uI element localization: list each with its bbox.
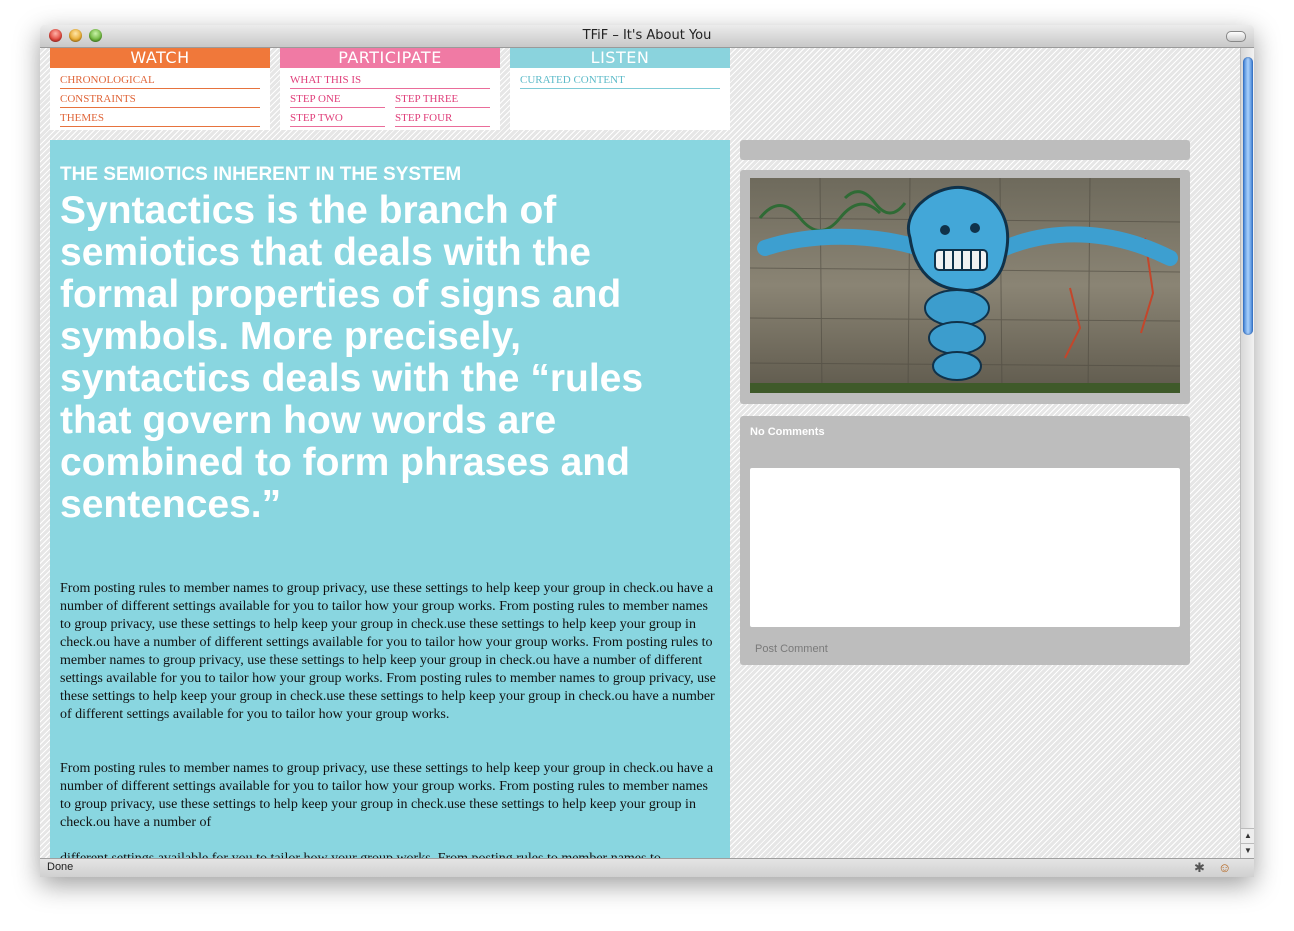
article-panel: THE SEMIOTICS INHERENT IN THE SYSTEM Syn… <box>50 140 730 858</box>
vertical-scrollbar[interactable]: ▲ ▼ <box>1240 48 1254 858</box>
status-bar: Done ✱ ☺ <box>40 858 1254 877</box>
nav-link-constraints[interactable]: CONSTRAINTS <box>60 91 260 108</box>
nav-link-step-one[interactable]: STEP ONE <box>290 91 385 108</box>
comment-input[interactable] <box>750 468 1180 627</box>
window-title: TFiF – It's About You <box>582 28 712 43</box>
scroll-up-arrow-icon[interactable]: ▲ <box>1241 828 1254 843</box>
scrollbar-thumb[interactable] <box>1243 57 1253 335</box>
nav-link-step-four[interactable]: STEP FOUR <box>395 110 490 127</box>
post-comment-button[interactable]: Post Comment <box>755 643 828 655</box>
article-kicker: THE SEMIOTICS INHERENT IN THE SYSTEM <box>60 164 462 185</box>
article-paragraph-1: From posting rules to member names to gr… <box>60 581 716 722</box>
article-paragraph-2: From posting rules to member names to gr… <box>60 761 714 830</box>
monkey-icon[interactable]: ☺ <box>1218 860 1231 876</box>
page-viewport: WATCH CHRONOLOGICAL CONSTRAINTS THEMES P… <box>40 48 1240 858</box>
graffiti-photo[interactable] <box>750 178 1180 393</box>
article-paragraph-3: different settings available for you to … <box>60 850 720 858</box>
nav-link-step-three[interactable]: STEP THREE <box>395 91 490 108</box>
nav-link-step-two[interactable]: STEP TWO <box>290 110 385 127</box>
nav-link-chronological[interactable]: CHRONOLOGICAL <box>60 72 260 89</box>
toolbar-toggle-button[interactable] <box>1226 31 1246 42</box>
photo-panel <box>740 170 1190 404</box>
listen-heading[interactable]: LISTEN <box>510 48 730 68</box>
browser-window: TFiF – It's About You WATCH CHRONOLOGICA… <box>40 25 1254 877</box>
watch-menu: WATCH CHRONOLOGICAL CONSTRAINTS THEMES <box>50 48 270 130</box>
nav-link-curated-content[interactable]: CURATED CONTENT <box>520 72 720 89</box>
listen-menu: LISTEN CURATED CONTENT <box>510 48 730 130</box>
watch-heading[interactable]: WATCH <box>50 48 270 68</box>
participate-menu: PARTICIPATE WHAT THIS IS STEP ONE STEP T… <box>280 48 500 130</box>
comments-panel: No Comments Post Comment <box>740 416 1190 665</box>
nav-link-what-this-is[interactable]: WHAT THIS IS <box>290 72 490 89</box>
comments-count: No Comments <box>750 426 825 438</box>
bug-icon[interactable]: ✱ <box>1194 860 1205 876</box>
sidebar-header-strip <box>740 140 1190 160</box>
status-text: Done <box>47 861 74 873</box>
scroll-down-arrow-icon[interactable]: ▼ <box>1241 843 1254 858</box>
title-bar: TFiF – It's About You <box>40 25 1254 48</box>
article-headline: Syntactics is the branch of semiotics th… <box>60 189 644 526</box>
nav-link-themes[interactable]: THEMES <box>60 110 260 127</box>
participate-heading[interactable]: PARTICIPATE <box>280 48 500 68</box>
